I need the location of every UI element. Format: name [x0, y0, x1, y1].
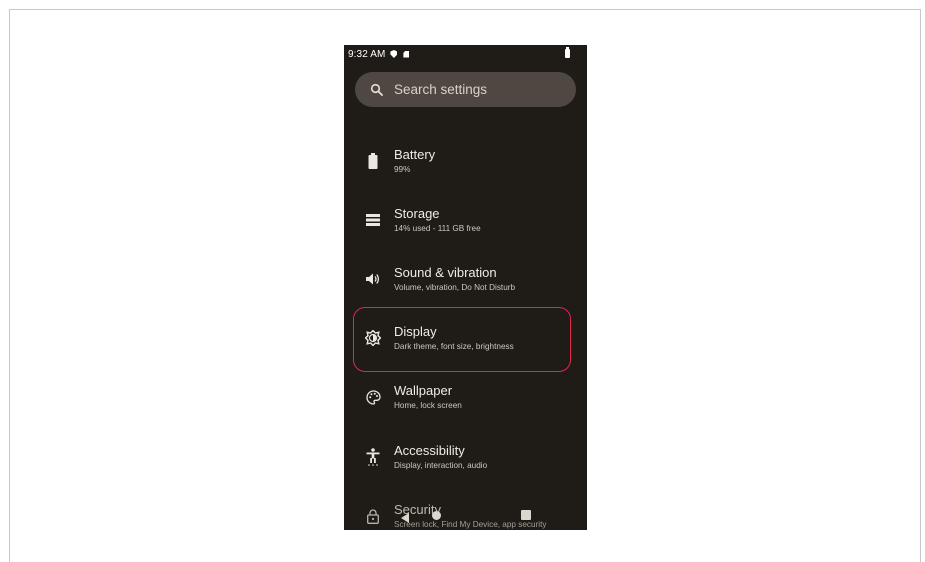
search-bar[interactable]: Search settings: [355, 72, 576, 107]
settings-item-sound[interactable]: Sound & vibration Volume, vibration, Do …: [354, 251, 569, 307]
lock-icon: [364, 507, 382, 525]
settings-item-storage[interactable]: Storage 14% used - 111 GB free: [354, 192, 569, 248]
settings-item-battery[interactable]: Battery 99%: [354, 133, 569, 189]
battery-icon: [364, 152, 382, 170]
settings-item-wallpaper[interactable]: Wallpaper Home, lock screen: [354, 369, 569, 425]
item-subtitle: Display, interaction, audio: [394, 460, 488, 470]
palette-icon: [364, 388, 382, 406]
search-placeholder: Search settings: [394, 82, 488, 97]
phone-screen: 9:32 AM Search settings Battery 99% Stor…: [344, 45, 587, 530]
status-bar: 9:32 AM: [344, 45, 587, 63]
item-title: Sound & vibration: [394, 264, 497, 280]
search-icon: [370, 83, 384, 97]
selection-highlight: [353, 307, 571, 372]
item-title: Wallpaper: [394, 382, 453, 398]
item-subtitle: Home, lock screen: [394, 400, 462, 410]
sd-card-icon: [403, 50, 410, 58]
accessibility-icon: [364, 448, 382, 466]
shield-icon: [390, 50, 398, 58]
item-subtitle: 99%: [394, 164, 411, 174]
item-title: Security: [394, 501, 441, 517]
settings-item-security[interactable]: Security Screen lock, Find My Device, ap…: [354, 488, 569, 530]
item-title: Accessibility: [394, 442, 465, 458]
item-title: Battery: [394, 146, 436, 162]
item-subtitle: Screen lock, Find My Device, app securit…: [394, 519, 547, 529]
item-subtitle: Volume, vibration, Do Not Disturb: [394, 282, 516, 292]
battery-status-icon: [565, 47, 570, 58]
storage-icon: [364, 211, 382, 229]
settings-item-accessibility[interactable]: Accessibility Display, interaction, audi…: [354, 429, 569, 485]
item-subtitle: 14% used - 111 GB free: [394, 223, 481, 233]
item-title: Storage: [394, 205, 440, 221]
speaker-icon: [364, 270, 382, 288]
status-time: 9:32 AM: [348, 48, 386, 60]
